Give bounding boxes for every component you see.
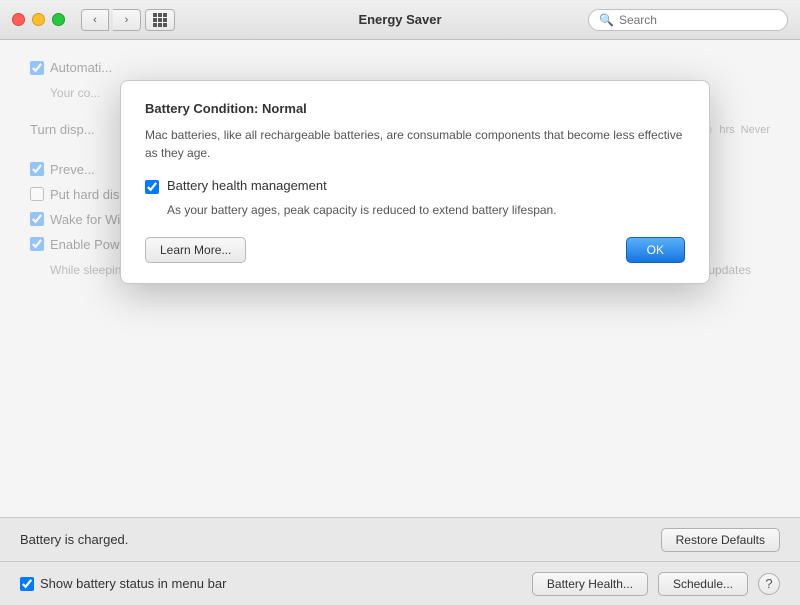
search-box[interactable]: 🔍	[588, 9, 788, 31]
prevent-checkbox[interactable]	[30, 162, 44, 176]
main-content: Automati... Your co... Turn disp... hrs …	[0, 40, 800, 605]
traffic-lights	[12, 13, 65, 26]
close-button[interactable]	[12, 13, 25, 26]
grid-button[interactable]	[145, 9, 175, 31]
wifi-checkbox[interactable]	[30, 212, 44, 226]
battery-status-bar: Battery is charged. Restore Defaults	[0, 517, 800, 561]
restore-defaults-button[interactable]: Restore Defaults	[661, 528, 780, 552]
health-mgmt-row: Battery health management	[145, 178, 685, 194]
window-title: Energy Saver	[358, 12, 441, 27]
ok-button[interactable]: OK	[626, 237, 685, 263]
maximize-button[interactable]	[52, 13, 65, 26]
auto-row: Automati...	[30, 60, 770, 75]
show-battery-text: Show battery status in menu bar	[40, 576, 226, 591]
prevent-label: Preve...	[30, 162, 95, 177]
bottom-bar: Show battery status in menu bar Battery …	[0, 561, 800, 605]
back-button[interactable]: ‹	[81, 9, 109, 31]
auto-label: Automati...	[30, 60, 112, 75]
battery-popover: Battery Condition: Normal Mac batteries,…	[120, 80, 710, 284]
grid-icon	[153, 13, 167, 27]
nav-buttons: ‹ ›	[81, 9, 141, 31]
auto-text: Automati...	[50, 60, 112, 75]
popover-actions: Learn More... OK	[145, 237, 685, 263]
popover-title-value: Normal	[262, 101, 307, 116]
health-mgmt-checkbox[interactable]	[145, 180, 159, 194]
learn-more-button[interactable]: Learn More...	[145, 237, 246, 263]
battery-status-text: Battery is charged.	[20, 532, 651, 547]
popover-description: Mac batteries, like all rechargeable bat…	[145, 126, 685, 162]
slider-never: Never	[741, 124, 770, 136]
slider-label: Turn disp...	[30, 122, 110, 137]
prevent-text: Preve...	[50, 162, 95, 177]
forward-button[interactable]: ›	[113, 9, 141, 31]
battery-health-button[interactable]: Battery Health...	[532, 572, 648, 596]
help-button[interactable]: ?	[758, 573, 780, 595]
minimize-button[interactable]	[32, 13, 45, 26]
show-battery-checkbox[interactable]	[20, 577, 34, 591]
search-icon: 🔍	[599, 13, 614, 27]
slider-hrs: hrs	[719, 124, 734, 136]
health-mgmt-desc: As your battery ages, peak capacity is r…	[167, 202, 685, 219]
titlebar: ‹ › Energy Saver 🔍	[0, 0, 800, 40]
search-input[interactable]	[619, 13, 777, 27]
health-mgmt-label: Battery health management	[167, 178, 327, 193]
show-battery-label: Show battery status in menu bar	[20, 576, 226, 591]
schedule-button[interactable]: Schedule...	[658, 572, 748, 596]
harddisk-checkbox[interactable]	[30, 187, 44, 201]
powernap-checkbox[interactable]	[30, 237, 44, 251]
auto-checkbox[interactable]	[30, 61, 44, 75]
popover-title-prefix: Battery Condition:	[145, 101, 262, 116]
popover-title: Battery Condition: Normal	[145, 101, 685, 116]
